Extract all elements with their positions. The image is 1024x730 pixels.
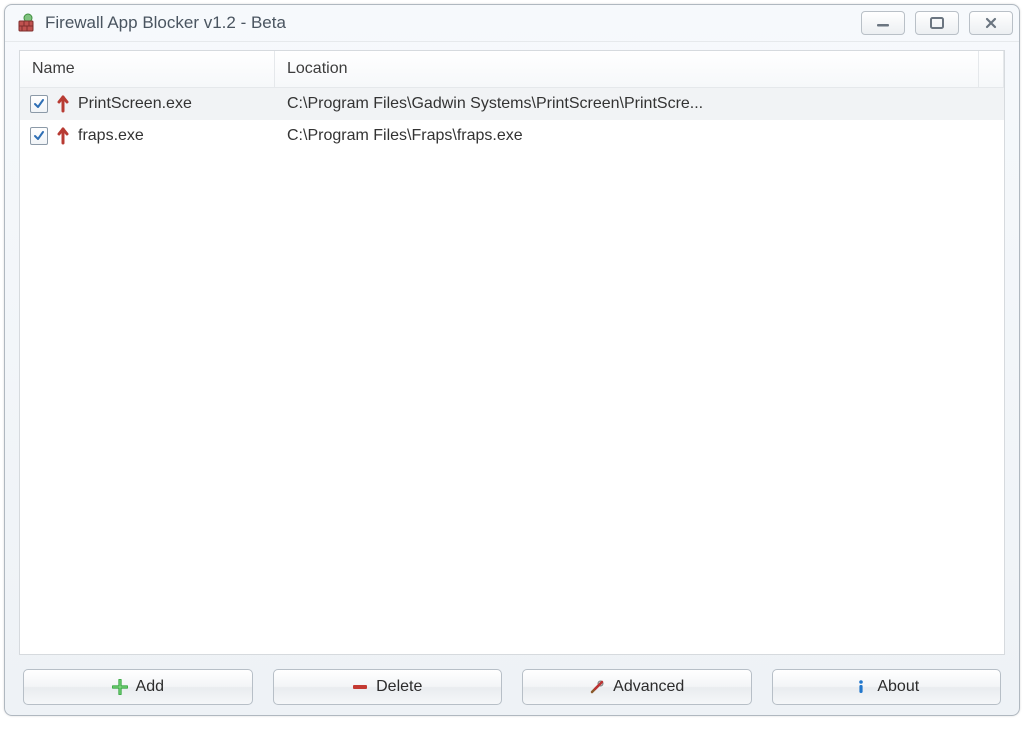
cell-name: PrintScreen.exe (20, 95, 275, 113)
tools-icon (589, 679, 605, 695)
advanced-button[interactable]: Advanced (522, 669, 752, 705)
button-label: Add (136, 678, 164, 696)
block-arrow-icon (56, 95, 70, 113)
button-label: Delete (376, 678, 422, 696)
app-window: Firewall App Blocker v1.2 - Beta Name Lo… (4, 4, 1020, 716)
table-row[interactable]: fraps.exe C:\Program Files\Fraps\fraps.ex… (20, 120, 1004, 152)
cell-location: C:\Program Files\Fraps\fraps.exe (275, 127, 1004, 145)
info-icon (853, 679, 869, 695)
column-label: Location (287, 60, 348, 78)
column-header-name[interactable]: Name (20, 51, 275, 87)
window-title: Firewall App Blocker v1.2 - Beta (45, 13, 861, 33)
client-area: Name Location PrintScreen.exe C:\Program … (19, 50, 1005, 705)
button-bar: Add Delete Advanced (19, 669, 1005, 705)
column-header-location[interactable]: Location (275, 51, 979, 87)
row-checkbox[interactable] (30, 95, 48, 113)
app-list[interactable]: Name Location PrintScreen.exe C:\Program … (19, 50, 1005, 655)
minimize-button[interactable] (861, 11, 905, 35)
table-row[interactable]: PrintScreen.exe C:\Program Files\Gadwin S… (20, 88, 1004, 120)
column-header-spacer (979, 51, 1004, 87)
add-button[interactable]: Add (23, 669, 253, 705)
plus-icon (112, 679, 128, 695)
row-checkbox[interactable] (30, 127, 48, 145)
delete-button[interactable]: Delete (273, 669, 503, 705)
button-label: Advanced (613, 678, 684, 696)
row-name: fraps.exe (78, 127, 144, 145)
cell-name: fraps.exe (20, 127, 275, 145)
list-header: Name Location (20, 51, 1004, 88)
list-body[interactable]: PrintScreen.exe C:\Program Files\Gadwin S… (20, 88, 1004, 654)
titlebar[interactable]: Firewall App Blocker v1.2 - Beta (5, 5, 1019, 42)
app-icon (17, 13, 37, 33)
window-controls (861, 11, 1013, 35)
cell-location: C:\Program Files\Gadwin Systems\PrintScr… (275, 95, 1004, 113)
button-label: About (877, 678, 919, 696)
minus-icon (352, 679, 368, 695)
close-button[interactable] (969, 11, 1013, 35)
about-button[interactable]: About (772, 669, 1002, 705)
maximize-button[interactable] (915, 11, 959, 35)
row-name: PrintScreen.exe (78, 95, 192, 113)
block-arrow-icon (56, 127, 70, 145)
column-label: Name (32, 60, 75, 78)
